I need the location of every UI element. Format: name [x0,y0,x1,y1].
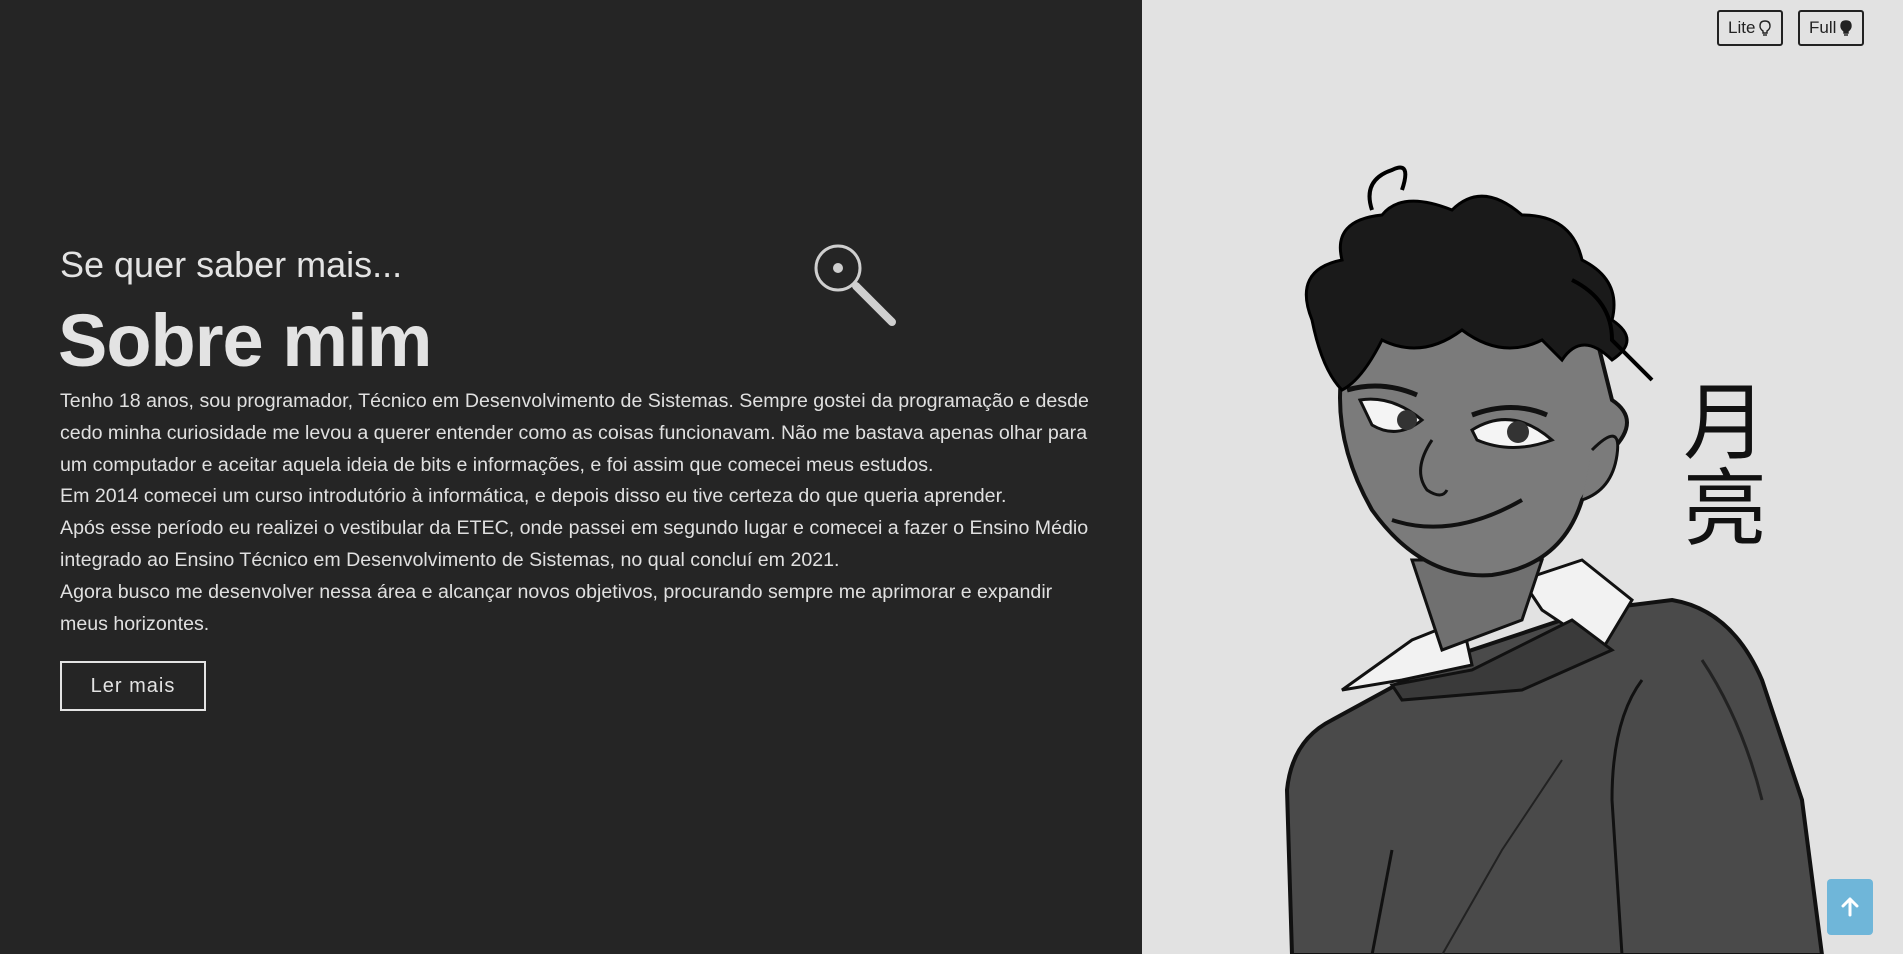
bio-paragraph: Após esse período eu realizei o vestibul… [60,517,1089,571]
page: Se quer saber mais... Sobre mim Tenho 18… [0,0,1903,955]
bio-paragraph: Tenho 18 anos, sou programador, Técnico … [60,390,1089,476]
about-subtitle: Se quer saber mais... [60,244,403,285]
lightbulb-outline-icon [1759,19,1772,36]
bio-paragraph: Agora busco me desenvolver nessa área e … [60,580,1053,635]
magnifier-icon [814,244,896,326]
portrait-illustration [1284,165,1825,955]
lightbulb-filled-icon [1840,19,1853,36]
about-bio: Tenho 18 anos, sou programador, Técnico … [60,386,1090,640]
about-title: Sobre mim [58,299,432,382]
kanji-bottom: 亮 [1682,460,1767,558]
full-mode-button[interactable]: Full [1798,10,1864,46]
read-more-button[interactable]: Ler mais [60,661,206,711]
about-section: Se quer saber mais... Sobre mim Tenho 18… [0,0,1142,955]
full-mode-label: Full [1809,18,1837,37]
kanji-top: 月 [1682,374,1767,472]
kanji-signature: 月 亮 [1680,380,1770,552]
scroll-to-top-button[interactable] [1827,879,1873,935]
arrow-up-icon [1841,897,1859,917]
bio-paragraph: Em 2014 comecei um curso introdutório à … [60,485,1007,508]
lite-mode-label: Lite [1728,18,1756,37]
lite-mode-button[interactable]: Lite [1717,10,1783,46]
